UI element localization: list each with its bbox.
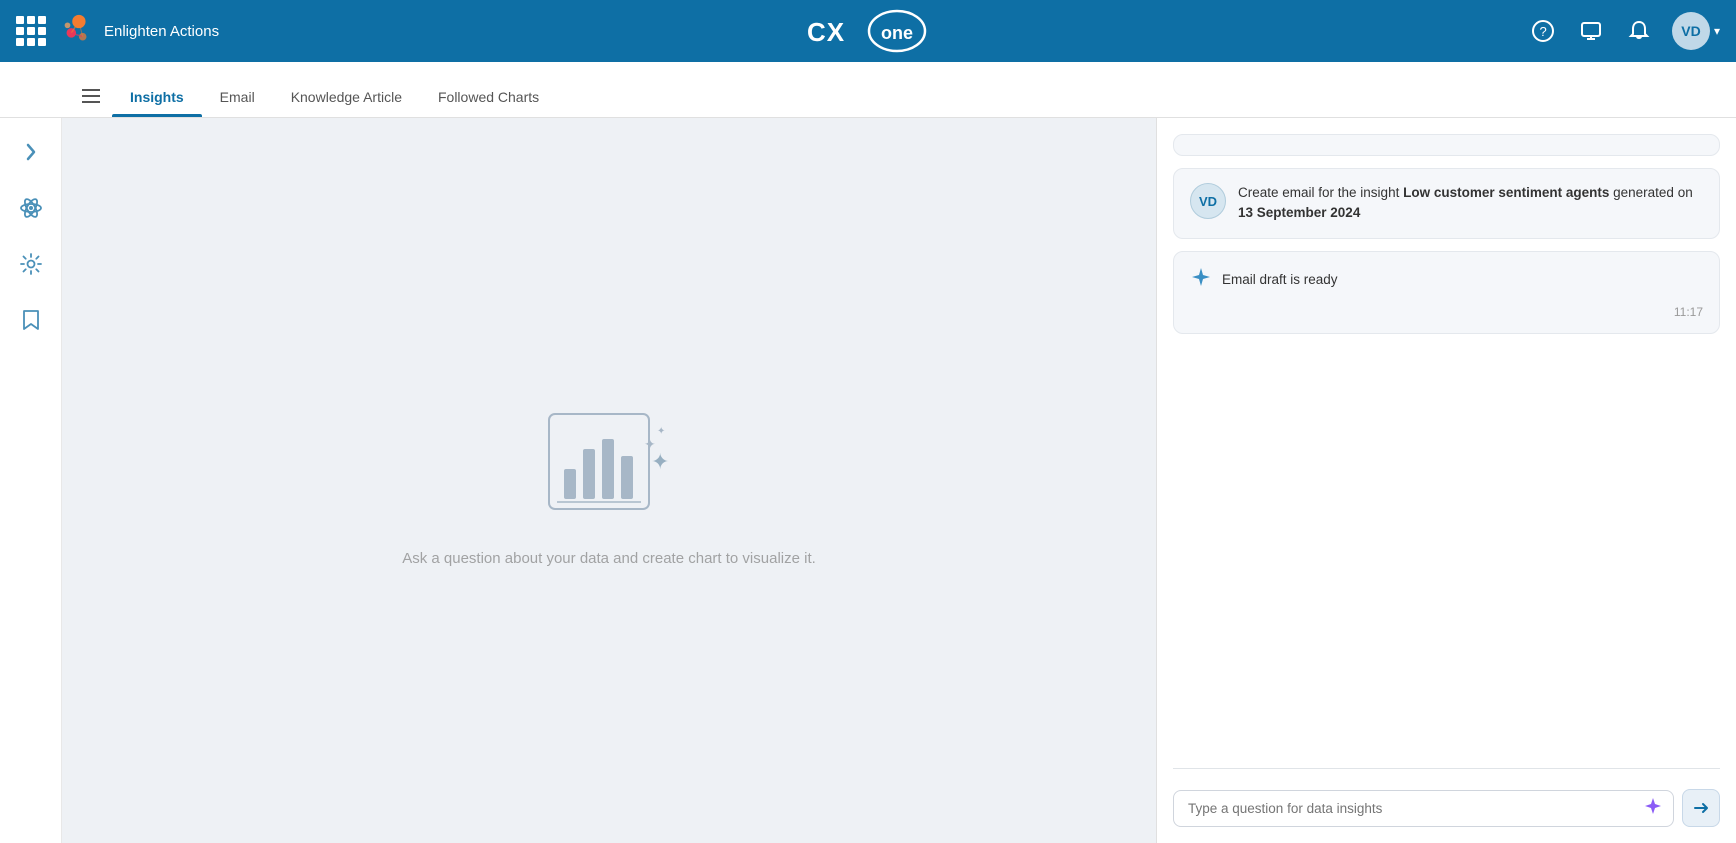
right-panel: VD Create email for the insight Low cust… — [1156, 118, 1736, 843]
monitor-button[interactable] — [1576, 16, 1606, 46]
user-avatar: VD — [1190, 183, 1226, 219]
msg-partial-card — [1173, 134, 1720, 156]
empty-state: ✦ ✦ ✦ Ask a question about your data and… — [402, 394, 816, 567]
ai-sparkle-icon — [1190, 266, 1212, 293]
sidebar-settings-button[interactable] — [13, 246, 49, 282]
svg-text:CX: CX — [807, 17, 845, 47]
chart-illustration: ✦ ✦ ✦ — [529, 394, 689, 534]
svg-text:✦: ✦ — [651, 449, 669, 474]
ai-header: Email draft is ready — [1190, 266, 1703, 293]
chat-input-area — [1157, 777, 1736, 843]
send-button[interactable] — [1682, 789, 1720, 827]
svg-text:one: one — [881, 23, 913, 43]
nav-left: Enlighten Actions — [16, 12, 219, 50]
msg-text-bold2: 13 September 2024 — [1238, 205, 1360, 220]
msg-ai-card: Email draft is ready 11:17 — [1173, 251, 1720, 334]
tab-email[interactable]: Email — [202, 89, 273, 117]
send-icon — [1693, 800, 1709, 816]
svg-text:?: ? — [1539, 24, 1546, 39]
nav-center: CX one — [803, 9, 933, 53]
chat-input[interactable] — [1173, 790, 1674, 827]
nav-right: ? VD ▾ — [1528, 12, 1720, 50]
notification-button[interactable] — [1624, 16, 1654, 46]
cxone-logo-svg: CX one — [803, 9, 933, 53]
app-name: Enlighten Actions — [104, 23, 219, 40]
msg-text-prefix: Create email for the insight — [1238, 185, 1403, 200]
user-avatar-button[interactable]: VD — [1672, 12, 1710, 50]
sidebar-bookmark-button[interactable] — [13, 302, 49, 338]
msg-user-card: VD Create email for the insight Low cust… — [1173, 168, 1720, 239]
cxone-logo: CX one — [803, 9, 933, 53]
content-area: ✦ ✦ ✦ Ask a question about your data and… — [62, 118, 1156, 843]
tab-bar: Insights Email Knowledge Article Followe… — [0, 62, 1736, 118]
msg-timestamp: 11:17 — [1190, 305, 1703, 319]
help-button[interactable]: ? — [1528, 16, 1558, 46]
logo-svg — [58, 12, 96, 50]
tab-knowledge-article[interactable]: Knowledge Article — [273, 89, 420, 117]
hamburger-menu[interactable] — [70, 89, 112, 117]
left-sidebar — [0, 118, 62, 843]
svg-text:✦: ✦ — [657, 426, 665, 437]
top-nav: Enlighten Actions CX one ? — [0, 0, 1736, 62]
chat-input-wrapper — [1173, 790, 1674, 827]
sidebar-atom-button[interactable] — [13, 190, 49, 226]
sidebar-expand-button[interactable] — [13, 134, 49, 170]
msg-user-text: Create email for the insight Low custome… — [1238, 183, 1703, 224]
grid-icon — [16, 16, 46, 46]
msg-ai-content: Email draft is ready 11:17 — [1190, 266, 1703, 319]
msg-text-middle: generated on — [1609, 185, 1692, 200]
msg-user-content: VD Create email for the insight Low cust… — [1190, 183, 1703, 224]
chat-divider — [1173, 768, 1720, 769]
empty-state-text: Ask a question about your data and creat… — [402, 550, 816, 567]
ai-message-text: Email draft is ready — [1222, 272, 1338, 287]
tab-insights[interactable]: Insights — [112, 89, 202, 117]
app-logo: Enlighten Actions — [58, 12, 219, 50]
user-menu-chevron[interactable]: ▾ — [1714, 24, 1720, 38]
grid-menu-button[interactable] — [16, 16, 46, 46]
tab-followed-charts[interactable]: Followed Charts — [420, 89, 557, 117]
chat-messages: VD Create email for the insight Low cust… — [1157, 118, 1736, 760]
main-layout: ✦ ✦ ✦ Ask a question about your data and… — [0, 118, 1736, 843]
msg-text-bold1: Low customer sentiment agents — [1403, 185, 1609, 200]
